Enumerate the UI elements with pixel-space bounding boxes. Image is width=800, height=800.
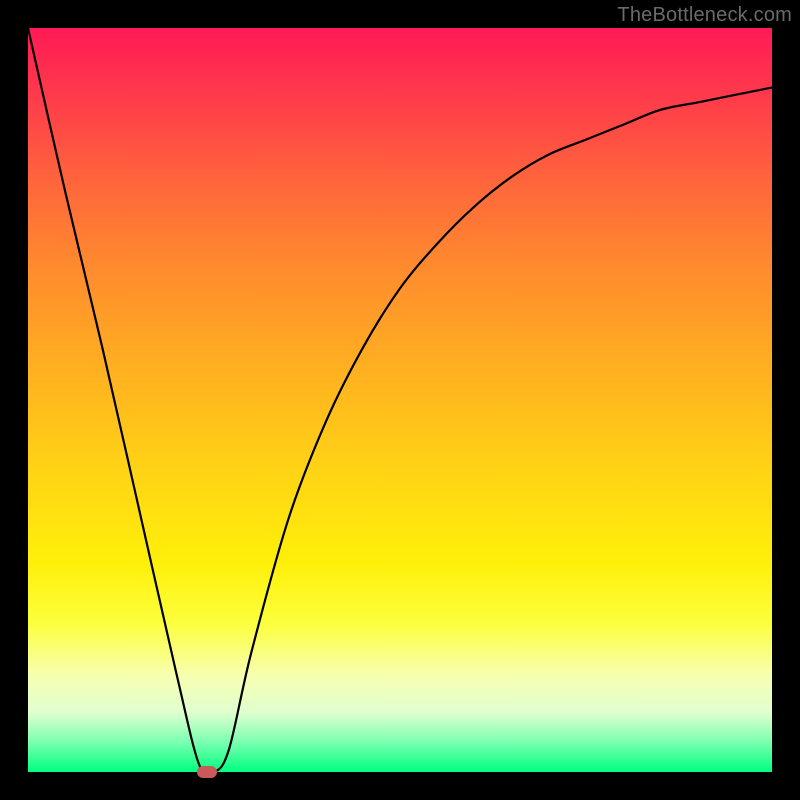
curve-svg — [28, 28, 772, 772]
minimum-marker — [197, 766, 217, 778]
watermark-text: TheBottleneck.com — [617, 4, 792, 27]
plot-area — [28, 28, 772, 772]
chart-frame: TheBottleneck.com — [0, 0, 800, 800]
curve-path — [28, 28, 772, 772]
